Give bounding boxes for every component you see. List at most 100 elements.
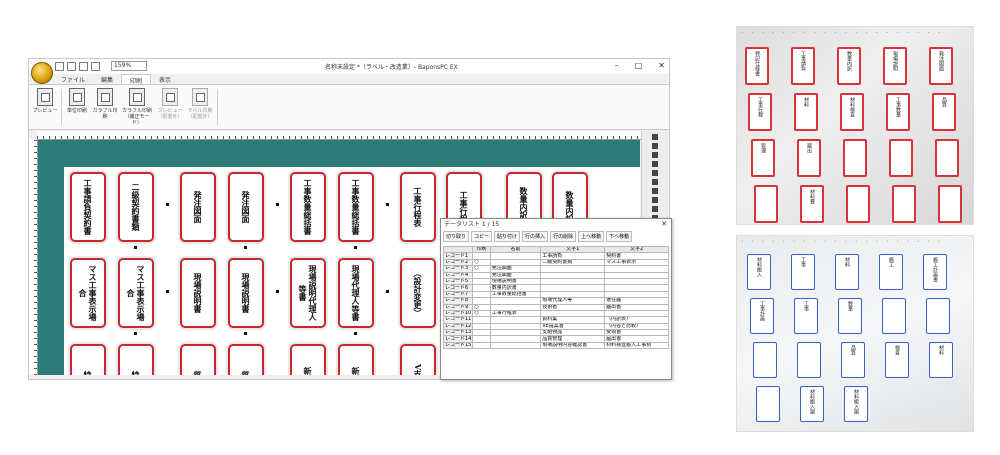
preview-button[interactable]: プレビュー (31, 88, 59, 114)
label-card[interactable]: 発注図面 (180, 172, 216, 242)
tab-print[interactable]: 印刷 (121, 74, 152, 85)
label-card[interactable]: 工事数量総括書 (338, 172, 374, 242)
copy-button[interactable]: コピー (471, 230, 493, 242)
perforation-holes: •••••••••••••••••••• (741, 30, 949, 35)
label-card[interactable]: 新内容 (290, 344, 326, 375)
print-icon[interactable] (91, 62, 100, 71)
colorful-print-button[interactable]: カラフル印刷 (91, 88, 119, 120)
label-card[interactable]: 現場説明書 (228, 258, 264, 328)
tab-edit[interactable]: 編集 (93, 74, 121, 84)
tool-icon[interactable] (652, 197, 658, 203)
label-card[interactable]: （設計変更） (400, 258, 436, 328)
colorful-print-correct-button[interactable]: カラフル印刷（補正モード） (121, 88, 153, 126)
vertical-ruler (29, 139, 38, 375)
handle-marker (166, 203, 169, 206)
row-header[interactable]: レコード15 (442, 341, 474, 350)
move-up-button[interactable]: 上へ移動 (578, 230, 605, 242)
photo-label: 工事数量 (886, 93, 910, 131)
label-card[interactable]: 質問 (228, 344, 264, 375)
photo-label: 材料 (794, 93, 818, 131)
label-card[interactable]: マス工事表示場合 (118, 258, 154, 328)
label-card[interactable]: 質問 (180, 344, 216, 375)
window-controls: – □ ✕ (615, 61, 665, 70)
photo-label (926, 298, 950, 334)
maximize-button[interactable]: □ (635, 61, 643, 70)
label-card[interactable]: 工事請負契約書 (70, 172, 106, 242)
tool-icon[interactable] (652, 179, 658, 185)
printer-icon (69, 88, 85, 106)
label-card[interactable]: 工事行程表 (400, 172, 436, 242)
label-card[interactable]: 新内容 (338, 344, 374, 375)
photo-label: 届出 (797, 139, 821, 177)
label-card[interactable]: 二級契約書類 (118, 172, 154, 242)
delete-row-button[interactable]: 行の削除 (550, 230, 577, 242)
label-card[interactable]: 特記 (70, 344, 106, 375)
tool-icon[interactable] (652, 206, 658, 212)
single-print-button[interactable]: 単位印刷 (63, 88, 91, 114)
label-card[interactable]: V支給品 (400, 344, 436, 375)
close-button[interactable]: ✕ (658, 61, 665, 70)
tool-icon[interactable] (652, 152, 658, 158)
data-list-dialog[interactable]: データリスト 1 / 15 ✕ 切り取り コピー 貼り付け 行の挿入 行の削除 … (440, 218, 672, 380)
tool-icon[interactable] (652, 134, 658, 140)
label-card[interactable]: 工事数量総括書 (290, 172, 326, 242)
tool-icon[interactable] (652, 143, 658, 149)
printer-icon (97, 88, 113, 106)
paste-button[interactable]: 貼り付け (494, 230, 521, 242)
ribbon: プレビュー 単位印刷 カラフル印刷 カラフル印刷（補正モード） プレビュー（配置… (29, 84, 669, 130)
tab-file[interactable]: ファイル (53, 74, 93, 84)
preview-outside-button[interactable]: プレビュー（配置外） (155, 88, 185, 120)
tool-icon[interactable] (652, 161, 658, 167)
printer-icon (129, 88, 145, 106)
table-row[interactable]: レコード15 現場説明内容確認書 材料検査搬入工事別 (442, 341, 669, 350)
ribbon-tabs: ファイル 編集 印刷 表示 (53, 74, 179, 85)
label-print-outside-button[interactable]: ラベル印刷（配置外） (185, 88, 215, 120)
row-header[interactable]: レコード10 (442, 309, 474, 318)
grid-cell[interactable]: 材料検査搬入工事別 (604, 341, 669, 350)
photo-label: 材料搬入届 (844, 386, 868, 422)
save-icon[interactable] (55, 62, 64, 71)
label-card[interactable]: 現場説明書 (180, 258, 216, 328)
app-menu-button[interactable] (31, 62, 53, 84)
handle-marker (166, 290, 169, 293)
label-card[interactable]: 発注図面 (228, 172, 264, 242)
tool-icon[interactable] (652, 188, 658, 194)
photo-label (797, 342, 821, 378)
move-down-button[interactable]: 下へ移動 (606, 230, 633, 242)
photo-label: 工事 (791, 254, 815, 290)
cut-button[interactable]: 切り取り (443, 230, 470, 242)
photo-label: 品質 (841, 342, 865, 378)
photo-red-labels: •••••••••••••••••••• 特記仕様書 工事請負 数量内訳 現場説明 発注図… (736, 26, 974, 225)
insert-row-button[interactable]: 行の挿入 (522, 230, 549, 242)
page-left-band (38, 167, 64, 375)
dialog-close-icon[interactable]: ✕ (661, 219, 667, 230)
photo-label: 管理 (751, 139, 775, 177)
row-header[interactable]: レコード14 (442, 335, 474, 343)
grid-cell[interactable] (472, 341, 491, 350)
table-row[interactable]: レコード2 ○ 二級契約書類 マス工事表示 (442, 258, 669, 267)
photo-label (753, 342, 777, 378)
photo-label: 施工計画書 (923, 254, 947, 290)
undo-icon[interactable] (67, 62, 76, 71)
row-header[interactable]: レコード12 (442, 322, 474, 331)
photo-label (846, 185, 870, 223)
label-card[interactable]: 現場説明代理人等書 (290, 258, 326, 328)
redo-icon[interactable] (79, 62, 88, 71)
handle-marker (134, 332, 137, 335)
photo-label (935, 139, 959, 177)
grid-cell[interactable]: 現場説明内容確認書 (540, 341, 606, 350)
row-header[interactable]: レコード11 (442, 316, 474, 324)
grid-cell[interactable] (489, 341, 542, 350)
data-grid: 印刷 名前 文字1 文字2 レコード1 工事請負 契約書 レコード2 ○ 二級契約書類 マス… (442, 245, 669, 350)
row-header[interactable]: レコード13 (442, 329, 474, 337)
dialog-title: データリスト 1 / 15 ✕ (444, 219, 667, 230)
tab-view[interactable]: 表示 (151, 74, 179, 84)
photo-label: 工事請負 (791, 47, 815, 85)
label-card[interactable]: 現場代理人等書 (338, 258, 374, 328)
label-card[interactable]: 特記 (118, 344, 154, 375)
tool-icon[interactable] (652, 170, 658, 176)
window-title: 名称未設定 *（ラベル・改造業）- BaponsPC EX (325, 64, 458, 71)
label-card[interactable]: マス工事表示場合 (70, 258, 106, 328)
zoom-select[interactable]: 159% (111, 61, 147, 71)
minimize-button[interactable]: – (615, 61, 619, 70)
